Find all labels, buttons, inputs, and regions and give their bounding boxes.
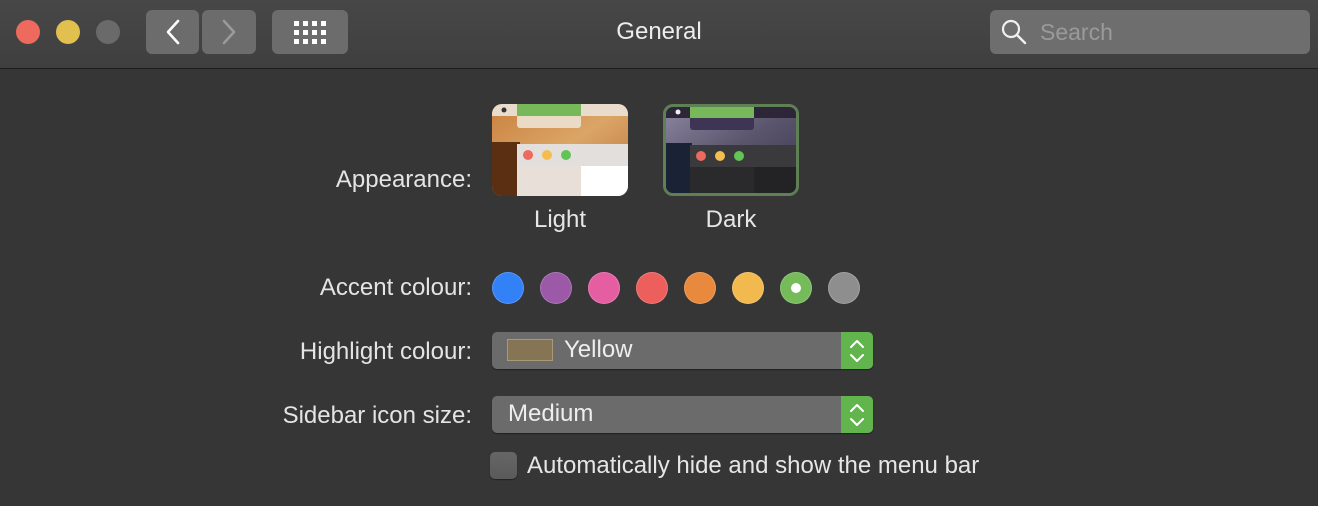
selected-indicator [791, 283, 801, 293]
up-down-chevron-icon [850, 339, 864, 362]
accent-swatch-purple[interactable] [540, 272, 572, 304]
sidebar-icon-size-popup[interactable]: Medium [492, 396, 873, 433]
accent-swatch-yellow[interactable] [732, 272, 764, 304]
up-down-chevron-icon [850, 403, 864, 426]
title-bar: General [0, 0, 1318, 69]
accent-swatch-pink[interactable] [588, 272, 620, 304]
light-preview-image [492, 104, 628, 196]
appearance-light-option[interactable] [492, 104, 628, 196]
appearance-label: Appearance: [335, 166, 472, 193]
magnifier-icon [1001, 19, 1027, 45]
popup-stepper[interactable] [841, 396, 873, 433]
accent-swatch-graphite[interactable] [828, 272, 860, 304]
accent-colour-picker [492, 272, 860, 304]
accent-swatch-green[interactable] [780, 272, 812, 304]
auto-hide-menu-bar-label[interactable]: Automatically hide and show the menu bar [527, 452, 979, 480]
highlight-colour-value: Yellow [564, 336, 633, 363]
accent-colour-label: Accent colour: [319, 274, 472, 301]
dark-preview-image [666, 107, 796, 193]
search-input[interactable] [1038, 17, 1302, 47]
highlight-colour-swatch [507, 339, 553, 361]
accent-swatch-blue[interactable] [492, 272, 524, 304]
search-field[interactable] [990, 10, 1310, 54]
sidebar-icon-size-value: Medium [508, 400, 594, 427]
accent-swatch-red[interactable] [636, 272, 668, 304]
appearance-light-label: Light [533, 206, 587, 233]
highlight-colour-label: Highlight colour: [299, 338, 472, 365]
appearance-dark-label: Dark [705, 206, 757, 233]
sidebar-icon-size-label: Sidebar icon size: [282, 402, 472, 429]
appearance-dark-option[interactable] [663, 104, 799, 196]
highlight-colour-popup[interactable]: Yellow [492, 332, 873, 369]
accent-swatch-orange[interactable] [684, 272, 716, 304]
popup-stepper[interactable] [841, 332, 873, 369]
auto-hide-menu-bar-checkbox[interactable] [490, 452, 517, 479]
